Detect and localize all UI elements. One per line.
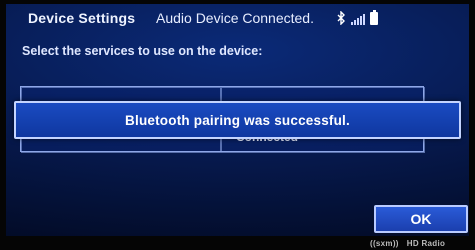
page-title: Device Settings — [28, 10, 136, 26]
dialog-message: Bluetooth pairing was successful. — [125, 112, 350, 128]
bluetooth-icon — [337, 11, 345, 25]
header-bar: Device Settings Audio Device Connected. — [6, 4, 469, 34]
connection-status: Audio Device Connected. — [156, 10, 314, 26]
instruction-text: Select the services to use on the device… — [22, 44, 263, 58]
sxm-logo: ((sxm)) — [370, 238, 399, 248]
head-unit-bezel: Device Settings Audio Device Connected. … — [0, 0, 475, 250]
display-screen: Device Settings Audio Device Connected. … — [6, 4, 469, 236]
pairing-success-dialog: Bluetooth pairing was successful. — [14, 101, 461, 139]
battery-icon — [370, 10, 378, 25]
footer-logos: ((sxm)) HD Radio — [370, 237, 445, 249]
status-icons — [336, 9, 378, 25]
hd-radio-logo: HD Radio — [406, 238, 446, 248]
ok-button[interactable]: OK — [374, 205, 468, 233]
signal-icon — [351, 13, 365, 25]
